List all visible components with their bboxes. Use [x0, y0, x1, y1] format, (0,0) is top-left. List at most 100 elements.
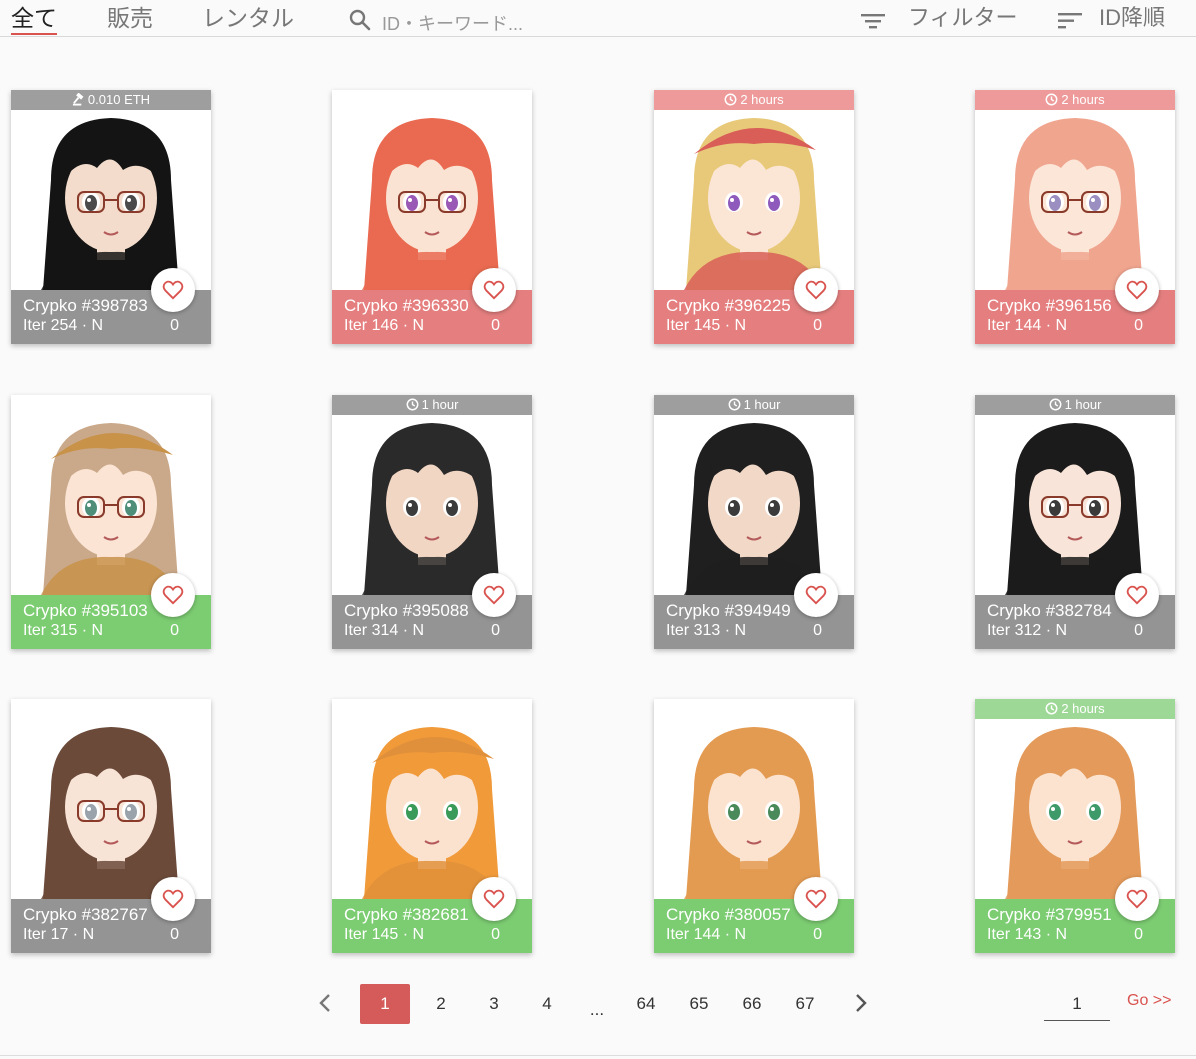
- go-button[interactable]: Go >>: [1127, 992, 1171, 1010]
- heart-icon: [805, 585, 827, 605]
- card-banner: 1 hour: [654, 395, 854, 415]
- tab-rental[interactable]: レンタル: [202, 2, 294, 34]
- crypko-card[interactable]: 1 hour Crypko #394949 Iter 313 · N 0: [654, 395, 854, 649]
- card-meta: Iter 146 · N: [344, 317, 425, 334]
- crypko-card[interactable]: 1 hour Crypko #395088 Iter 314 · N 0: [332, 395, 532, 649]
- chevron-right-icon: [856, 994, 867, 1012]
- card-artwork: [654, 110, 854, 290]
- card-name: Crypko #382767: [23, 905, 148, 924]
- like-button[interactable]: [794, 877, 838, 921]
- page-1-button[interactable]: 1: [360, 984, 410, 1024]
- like-button[interactable]: [794, 268, 838, 312]
- card-name: Crypko #395103: [23, 601, 148, 620]
- crypko-portrait: [975, 719, 1175, 899]
- crypko-card[interactable]: 2 hours Crypko #379951 Iter 143 · N 0: [975, 699, 1175, 953]
- card-banner-text: 2 hours: [1061, 92, 1105, 107]
- clock-icon: [1045, 702, 1058, 715]
- card-artwork: [654, 719, 854, 899]
- clock-icon: [1045, 93, 1058, 106]
- search-input[interactable]: ID・キーワード...: [382, 10, 523, 36]
- like-button[interactable]: [151, 268, 195, 312]
- tab-sale[interactable]: 販売: [107, 2, 153, 34]
- tab-all[interactable]: 全て: [11, 2, 57, 35]
- card-meta: Iter 314 · N: [344, 622, 425, 639]
- crypko-card[interactable]: 1 hour Crypko #382784 Iter 312 · N 0: [975, 395, 1175, 649]
- card-meta: Iter 144 · N: [987, 317, 1068, 334]
- crypko-portrait: [975, 415, 1175, 595]
- like-button[interactable]: [151, 877, 195, 921]
- page-4-button[interactable]: 4: [527, 984, 567, 1024]
- like-button[interactable]: [794, 573, 838, 617]
- like-button[interactable]: [1115, 573, 1159, 617]
- crypko-portrait: [11, 415, 211, 595]
- clock-icon: [406, 398, 419, 411]
- next-page-button[interactable]: [846, 984, 876, 1024]
- crypko-portrait: [654, 719, 854, 899]
- card-banner-text: 1 hour: [1064, 397, 1102, 412]
- page-67-button[interactable]: 67: [784, 984, 826, 1024]
- like-count: 0: [813, 622, 822, 639]
- card-name: Crypko #379951: [987, 905, 1112, 924]
- card-name: Crypko #395088: [344, 601, 469, 620]
- like-count: 0: [170, 926, 179, 943]
- like-button[interactable]: [1115, 877, 1159, 921]
- page-3-button[interactable]: 3: [474, 984, 514, 1024]
- like-button[interactable]: [472, 268, 516, 312]
- search-box[interactable]: ID・キーワード...: [348, 4, 648, 34]
- card-artwork: [975, 110, 1175, 290]
- card-banner: 1 hour: [975, 395, 1175, 415]
- crypko-portrait: [654, 415, 854, 595]
- clock-icon: [1049, 398, 1062, 411]
- gavel-icon: [72, 92, 84, 106]
- crypko-card[interactable]: Crypko #395103 Iter 315 · N 0: [11, 395, 211, 649]
- card-meta: Iter 312 · N: [987, 622, 1068, 639]
- crypko-portrait: [975, 110, 1175, 290]
- card-banner-text: 2 hours: [740, 92, 784, 107]
- card-artwork: [975, 415, 1175, 595]
- like-button[interactable]: [472, 573, 516, 617]
- like-count: 0: [170, 622, 179, 639]
- clock-icon: [728, 398, 741, 411]
- heart-icon: [805, 280, 827, 300]
- card-banner-text: 2 hours: [1061, 701, 1105, 716]
- crypko-card[interactable]: 0.010 ETH Crypko #398783 Iter 254 · N 0: [11, 90, 211, 344]
- crypko-card[interactable]: Crypko #396330 Iter 146 · N 0: [332, 90, 532, 344]
- card-artwork: [11, 719, 211, 899]
- card-name: Crypko #394949: [666, 601, 791, 620]
- sort-button[interactable]: ID降順: [1057, 2, 1189, 34]
- crypko-portrait: [332, 110, 532, 290]
- like-count: 0: [491, 622, 500, 639]
- prev-page-button[interactable]: [310, 984, 340, 1024]
- chevron-left-icon: [319, 994, 330, 1012]
- sort-icon: [1058, 13, 1082, 29]
- heart-icon: [162, 280, 184, 300]
- page-66-button[interactable]: 66: [731, 984, 773, 1024]
- like-button[interactable]: [151, 573, 195, 617]
- top-bar: 全て 販売 レンタル ID・キーワード... フィルター ID降順: [0, 0, 1196, 37]
- card-banner: 2 hours: [975, 90, 1175, 110]
- card-artwork: [332, 415, 532, 595]
- card-artwork: [654, 415, 854, 595]
- filter-button[interactable]: フィルター: [860, 2, 1036, 34]
- like-button[interactable]: [1115, 268, 1159, 312]
- page-jump-input[interactable]: [1044, 988, 1110, 1021]
- crypko-card[interactable]: 2 hours Crypko #396156 Iter 144 · N 0: [975, 90, 1175, 344]
- search-icon: [348, 8, 372, 37]
- crypko-card[interactable]: Crypko #382767 Iter 17 · N 0: [11, 699, 211, 953]
- sort-label: ID降順: [1099, 5, 1166, 30]
- crypko-card[interactable]: 2 hours Crypko #396225 Iter 145 · N 0: [654, 90, 854, 344]
- card-artwork: [975, 719, 1175, 899]
- like-button[interactable]: [472, 877, 516, 921]
- page-64-button[interactable]: 64: [625, 984, 667, 1024]
- crypko-card[interactable]: Crypko #380057 Iter 144 · N 0: [654, 699, 854, 953]
- crypko-card[interactable]: Crypko #382681 Iter 145 · N 0: [332, 699, 532, 953]
- like-count: 0: [1134, 317, 1143, 334]
- page-2-button[interactable]: 2: [421, 984, 461, 1024]
- heart-icon: [805, 889, 827, 909]
- like-count: 0: [170, 317, 179, 334]
- card-name: Crypko #382681: [344, 905, 469, 924]
- card-name: Crypko #382784: [987, 601, 1112, 620]
- card-meta: Iter 145 · N: [344, 926, 425, 943]
- page-65-button[interactable]: 65: [678, 984, 720, 1024]
- card-meta: Iter 144 · N: [666, 926, 747, 943]
